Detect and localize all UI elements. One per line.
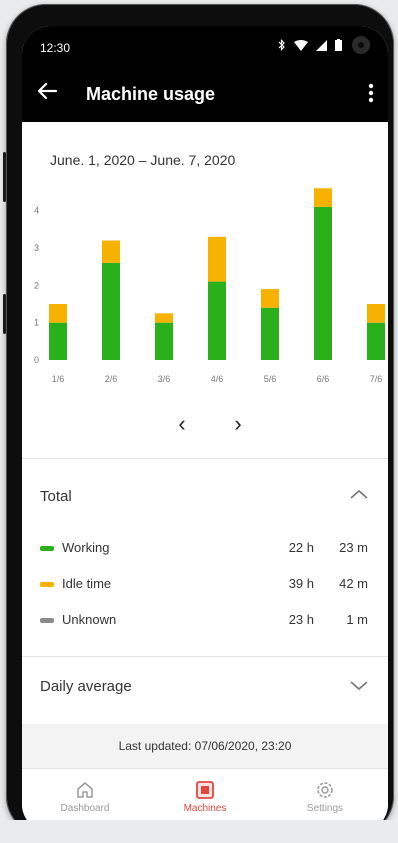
row-name: Idle time <box>62 576 112 591</box>
y-tick-label: 4 <box>34 206 39 216</box>
bar-working[interactable] <box>102 262 120 360</box>
app-bar: Machine usage <box>22 64 388 122</box>
date-range: June. 1, 2020 – June. 7, 2020 <box>50 152 236 168</box>
row-minutes: 1 m <box>346 612 368 627</box>
period-navigation: ‹ › <box>22 412 388 442</box>
x-tick-label: 5/6 <box>264 374 277 384</box>
total-row-idle: Idle time 39 h 42 m <box>22 568 388 602</box>
bar-idle[interactable] <box>261 289 279 308</box>
status-time: 12:30 <box>40 41 71 55</box>
x-tick-label: 2/6 <box>105 374 118 384</box>
y-tick-label: 0 <box>34 355 39 365</box>
bar-working[interactable] <box>261 307 279 360</box>
bar-idle[interactable] <box>208 236 226 282</box>
tab-label: Settings <box>306 803 344 814</box>
x-tick-label: 6/6 <box>317 374 330 384</box>
daily-average-header[interactable]: Daily average <box>22 668 388 708</box>
bar-idle[interactable] <box>102 240 120 263</box>
row-name: Working <box>62 540 110 555</box>
y-tick-label: 1 <box>34 318 39 328</box>
chevron-up-icon[interactable] <box>348 484 370 506</box>
background-strip <box>0 820 398 843</box>
camera-cutout <box>352 36 370 54</box>
usage-chart: 0 1 2 3 4 1/6 2/6 3/6 4/6 5/6 6/6 7/6 <box>22 184 388 394</box>
back-arrow-icon[interactable] <box>36 81 58 101</box>
screen: 12:30 Machine usage June. 1, 2020 – June… <box>22 26 388 832</box>
chevron-down-icon[interactable] <box>348 674 370 696</box>
phone-frame: 12:30 Machine usage June. 1, 2020 – June… <box>3 4 394 836</box>
tab-settings[interactable]: Settings <box>270 779 380 814</box>
row-minutes: 23 m <box>339 540 368 555</box>
battery-icon <box>335 39 342 51</box>
bar-working[interactable] <box>155 322 173 360</box>
bar-idle[interactable] <box>49 304 67 323</box>
bluetooth-icon <box>278 39 285 51</box>
working-swatch <box>40 546 54 551</box>
x-tick-label: 1/6 <box>52 374 65 384</box>
previous-period-button[interactable]: ‹ <box>172 412 192 436</box>
total-section-header[interactable]: Total <box>22 478 388 518</box>
divider <box>22 458 388 459</box>
machine-icon <box>196 781 214 799</box>
content: June. 1, 2020 – June. 7, 2020 0 1 2 3 4 1/6 2/… <box>22 122 388 832</box>
total-row-working: Working 22 h 23 m <box>22 532 388 566</box>
total-row-unknown: Unknown 23 h 1 m <box>22 604 388 638</box>
bar-working[interactable] <box>367 322 385 360</box>
row-minutes: 42 m <box>339 576 368 591</box>
tab-dashboard[interactable]: Dashboard <box>30 779 140 814</box>
bar-idle[interactable] <box>155 313 173 323</box>
bar-working[interactable] <box>49 322 67 360</box>
tab-label: Dashboard <box>60 803 110 814</box>
idle-swatch <box>40 582 54 587</box>
bar-idle[interactable] <box>314 188 332 207</box>
status-icons <box>278 36 372 54</box>
tab-machines[interactable]: Machines <box>150 779 260 814</box>
page-title: Machine usage <box>86 84 216 104</box>
bar-working[interactable] <box>314 206 332 360</box>
row-name: Unknown <box>62 612 117 627</box>
tab-label: Machines <box>183 803 227 814</box>
usage-chart-svg: 0 1 2 3 4 1/6 2/6 3/6 4/6 5/6 6/6 7/6 <box>34 188 385 384</box>
y-tick-label: 3 <box>34 243 39 253</box>
more-menu-icon[interactable] <box>362 80 380 106</box>
daily-average-label: Daily average <box>40 678 132 695</box>
x-tick-label: 4/6 <box>211 374 224 384</box>
row-hours: 39 h <box>288 576 314 591</box>
row-hours: 23 h <box>288 612 314 627</box>
x-tick-label: 3/6 <box>158 374 171 384</box>
last-updated: Last updated: 07/06/2020, 23:20 <box>22 724 388 768</box>
home-icon <box>77 782 93 798</box>
divider <box>22 656 388 657</box>
bar-working[interactable] <box>208 281 226 360</box>
row-hours: 22 h <box>288 540 314 555</box>
bar-idle[interactable] <box>367 304 385 323</box>
total-label: Total <box>40 488 72 505</box>
signal-icon <box>316 39 327 51</box>
unknown-swatch <box>40 618 54 623</box>
next-period-button[interactable]: › <box>228 412 248 436</box>
volume-button <box>3 152 6 202</box>
y-tick-label: 2 <box>34 280 39 290</box>
gear-icon <box>317 782 333 798</box>
status-bar: 12:30 <box>22 26 388 64</box>
x-tick-label: 7/6 <box>370 374 383 384</box>
side-button <box>3 294 6 334</box>
wifi-icon <box>294 39 308 51</box>
